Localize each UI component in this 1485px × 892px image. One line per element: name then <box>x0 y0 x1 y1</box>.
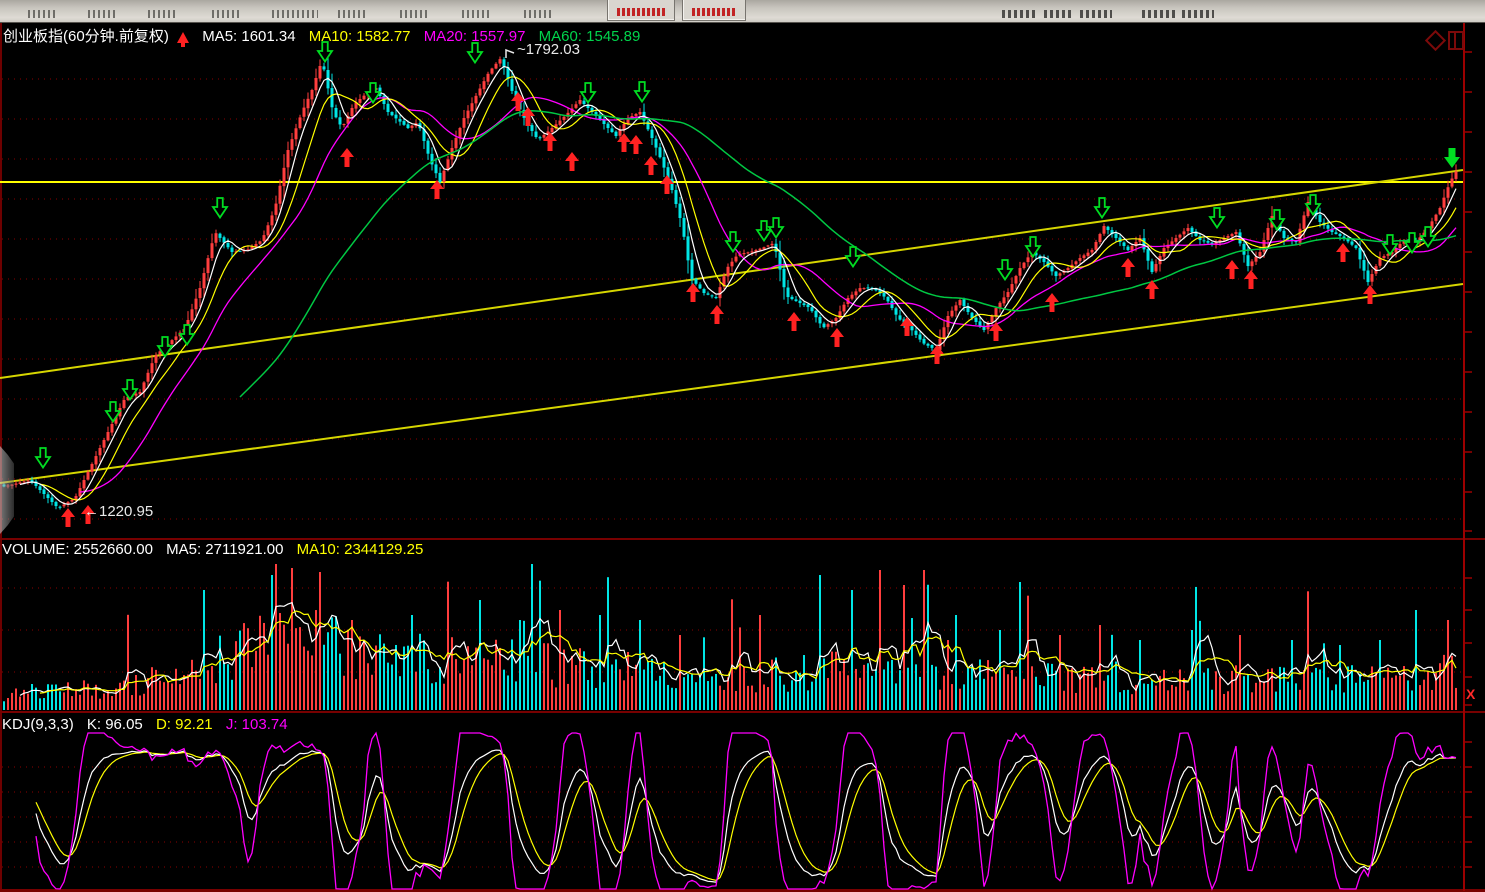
trading-app-window: 创业板指(60分钟.前复权) MA5: 1601.34 MA10: 1582.7… <box>0 0 1485 892</box>
split-window-icon[interactable] <box>1448 31 1464 50</box>
volume-pane-header: VOLUME: 2552660.00 MA5: 2711921.00 MA10:… <box>2 541 432 558</box>
toolbar-menu-fragment[interactable] <box>400 10 430 18</box>
kdj-j-value: J: 103.74 <box>226 716 288 733</box>
kdj-params: KDJ(9,3,3) <box>2 716 74 733</box>
toolbar-menu-fragment[interactable] <box>28 10 58 18</box>
toolbar-menu-fragment[interactable] <box>148 10 178 18</box>
ma10-value: MA10: 1582.77 <box>309 28 411 45</box>
toolbar-status-fragment <box>1142 10 1176 18</box>
kdj-d-value: D: 92.21 <box>156 716 213 733</box>
period-low-label: ←1220.95 <box>84 503 153 520</box>
toolbar-menu-fragment[interactable] <box>462 10 492 18</box>
up-arrow-icon <box>177 32 189 43</box>
toolbar-menu-fragment[interactable] <box>524 10 554 18</box>
ma20-value: MA20: 1557.97 <box>424 28 526 45</box>
kdj-pane-header: KDJ(9,3,3) K: 96.05 D: 92.21 J: 103.74 <box>2 716 297 733</box>
toolbar-status-fragment <box>1182 10 1214 18</box>
toolbar-menu-fragment[interactable] <box>338 10 368 18</box>
volume-value: VOLUME: 2552660.00 <box>2 541 153 558</box>
toolbar-menu-fragment[interactable] <box>212 10 242 18</box>
toolbar-status-fragment <box>1080 10 1112 18</box>
red-text-fragment <box>617 8 665 16</box>
kdj-k-value: K: 96.05 <box>87 716 143 733</box>
toolbar-menu-fragment[interactable] <box>272 10 318 18</box>
volume-ma10-value: MA10: 2344129.25 <box>297 541 424 558</box>
toolbar-status-fragment <box>1044 10 1074 18</box>
chart-canvas[interactable] <box>0 0 1485 892</box>
instrument-title: 创业板指(60分钟.前复权) <box>3 28 169 45</box>
toolbar-menu-fragment[interactable] <box>88 10 118 18</box>
volume-ma5-value: MA5: 2711921.00 <box>166 541 283 558</box>
ma5-value: MA5: 1601.34 <box>202 28 295 45</box>
close-indicator-button[interactable]: X <box>1466 686 1475 702</box>
toolbar-red-button-1[interactable] <box>607 0 675 21</box>
red-text-fragment <box>692 8 736 16</box>
top-toolbar[interactable] <box>0 0 1485 23</box>
period-high-label: ~1792.03 <box>517 41 580 58</box>
toolbar-red-button-2[interactable] <box>682 0 746 21</box>
toolbar-status-fragment <box>1002 10 1038 18</box>
